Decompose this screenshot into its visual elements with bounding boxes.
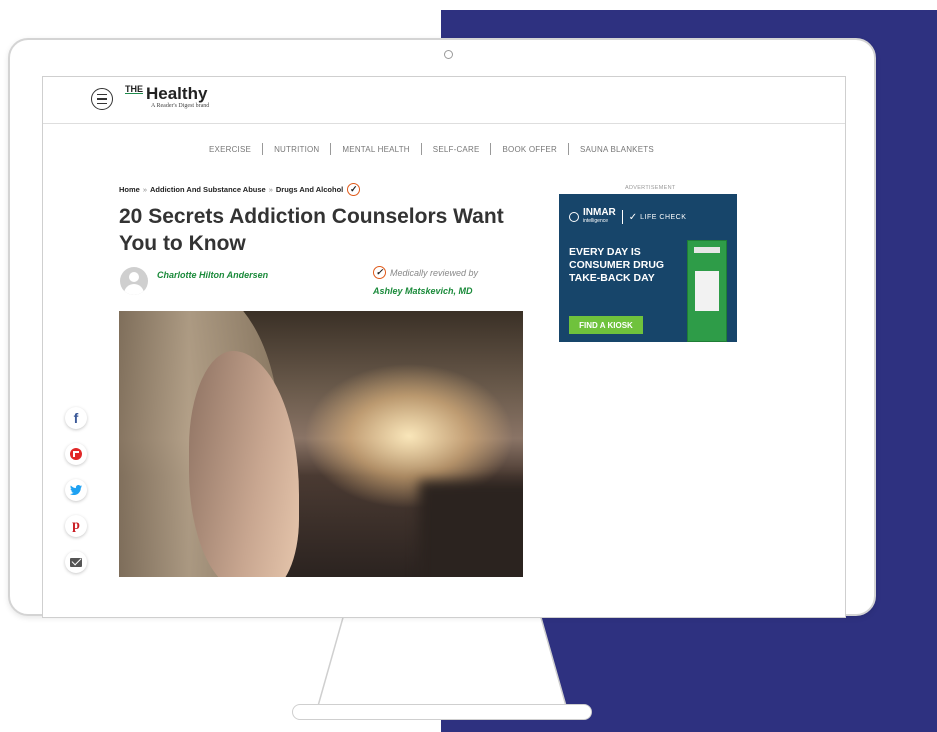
nav-divider	[330, 143, 332, 155]
nav-item-self-care[interactable]: SELF-CARE	[433, 145, 480, 154]
ad-brands: INMAR intelligence ✓ LIFE CHECK	[569, 208, 686, 226]
site-logo[interactable]: THE Healthy A Reader's Digest brand	[125, 84, 209, 109]
checkmark-icon: ✓	[628, 211, 638, 223]
hero-image	[119, 311, 523, 577]
monitor: THE Healthy A Reader's Digest brand EXERC…	[8, 38, 876, 618]
nav-item-sauna-blankets[interactable]: SAUNA BLANKETS	[580, 145, 654, 154]
facebook-icon[interactable]: f	[65, 407, 87, 429]
breadcrumb-separator: »	[268, 185, 273, 194]
nav-item-mental-health[interactable]: MENTAL HEALTH	[342, 145, 409, 154]
ad-brand-lifecheck: LIFE CHECK	[640, 213, 687, 221]
nav-divider	[567, 143, 569, 155]
author-name[interactable]: Charlotte Hilton Andersen	[157, 270, 268, 280]
ad-headline: EVERY DAY IS CONSUMER DRUG TAKE-BACK DAY	[569, 246, 665, 284]
menu-icon[interactable]	[91, 88, 113, 110]
breadcrumb-separator: »	[142, 185, 148, 194]
camera-icon	[444, 50, 453, 59]
pinterest-icon[interactable]: p	[65, 515, 87, 537]
social-share-rail: f p	[65, 407, 87, 573]
reviewed-label: Medically reviewed by	[390, 267, 479, 278]
twitter-icon[interactable]	[65, 479, 87, 501]
kiosk-image	[687, 240, 727, 342]
flipboard-icon[interactable]	[65, 443, 87, 465]
site-header: THE Healthy A Reader's Digest brand	[43, 77, 845, 124]
article-title: 20 Secrets Addiction Counselors Want You…	[119, 205, 504, 255]
nav-divider	[490, 143, 492, 155]
breadcrumb-home[interactable]: Home	[119, 185, 140, 194]
monitor-stand-neck	[317, 614, 567, 707]
advertisement-banner[interactable]: INMAR intelligence ✓ LIFE CHECK EVERY DAY…	[559, 194, 737, 342]
nav-item-exercise[interactable]: EXERCISE	[209, 145, 251, 154]
email-icon[interactable]	[65, 551, 87, 573]
author-avatar[interactable]	[120, 267, 148, 295]
ad-logo-icon	[569, 212, 579, 222]
breadcrumb-drugs-alcohol[interactable]: Drugs And Alcohol	[276, 185, 343, 194]
logo-subtitle: A Reader's Digest brand	[151, 103, 210, 109]
ad-divider	[621, 210, 623, 224]
verified-check-icon: ✓	[373, 266, 386, 279]
browser-screen: THE Healthy A Reader's Digest brand EXERC…	[42, 76, 846, 618]
verified-check-icon: ✓	[347, 183, 361, 196]
breadcrumb: Home » Addiction And Substance Abuse » D…	[119, 183, 361, 196]
nav-item-nutrition[interactable]: NUTRITION	[274, 145, 319, 154]
nav-divider	[262, 143, 264, 155]
nav-item-book-offer[interactable]: BOOK OFFER	[502, 145, 556, 154]
top-nav: EXERCISE NUTRITION MENTAL HEALTH SELF-CA…	[209, 143, 654, 155]
nav-divider	[420, 143, 422, 155]
ad-label: ADVERTISEMENT	[625, 185, 676, 191]
breadcrumb-addiction[interactable]: Addiction And Substance Abuse	[150, 185, 266, 194]
ad-brand-inmar: INMAR intelligence	[583, 207, 616, 225]
logo-name: Healthy	[146, 84, 208, 103]
logo-the: THE	[125, 84, 143, 94]
monitor-stand-base	[292, 704, 592, 720]
find-kiosk-button[interactable]: FIND A KIOSK	[569, 316, 643, 334]
reviewer-name[interactable]: Ashley Matskevich, MD	[373, 286, 473, 296]
medically-reviewed: ✓ Medically reviewed by	[373, 266, 478, 279]
